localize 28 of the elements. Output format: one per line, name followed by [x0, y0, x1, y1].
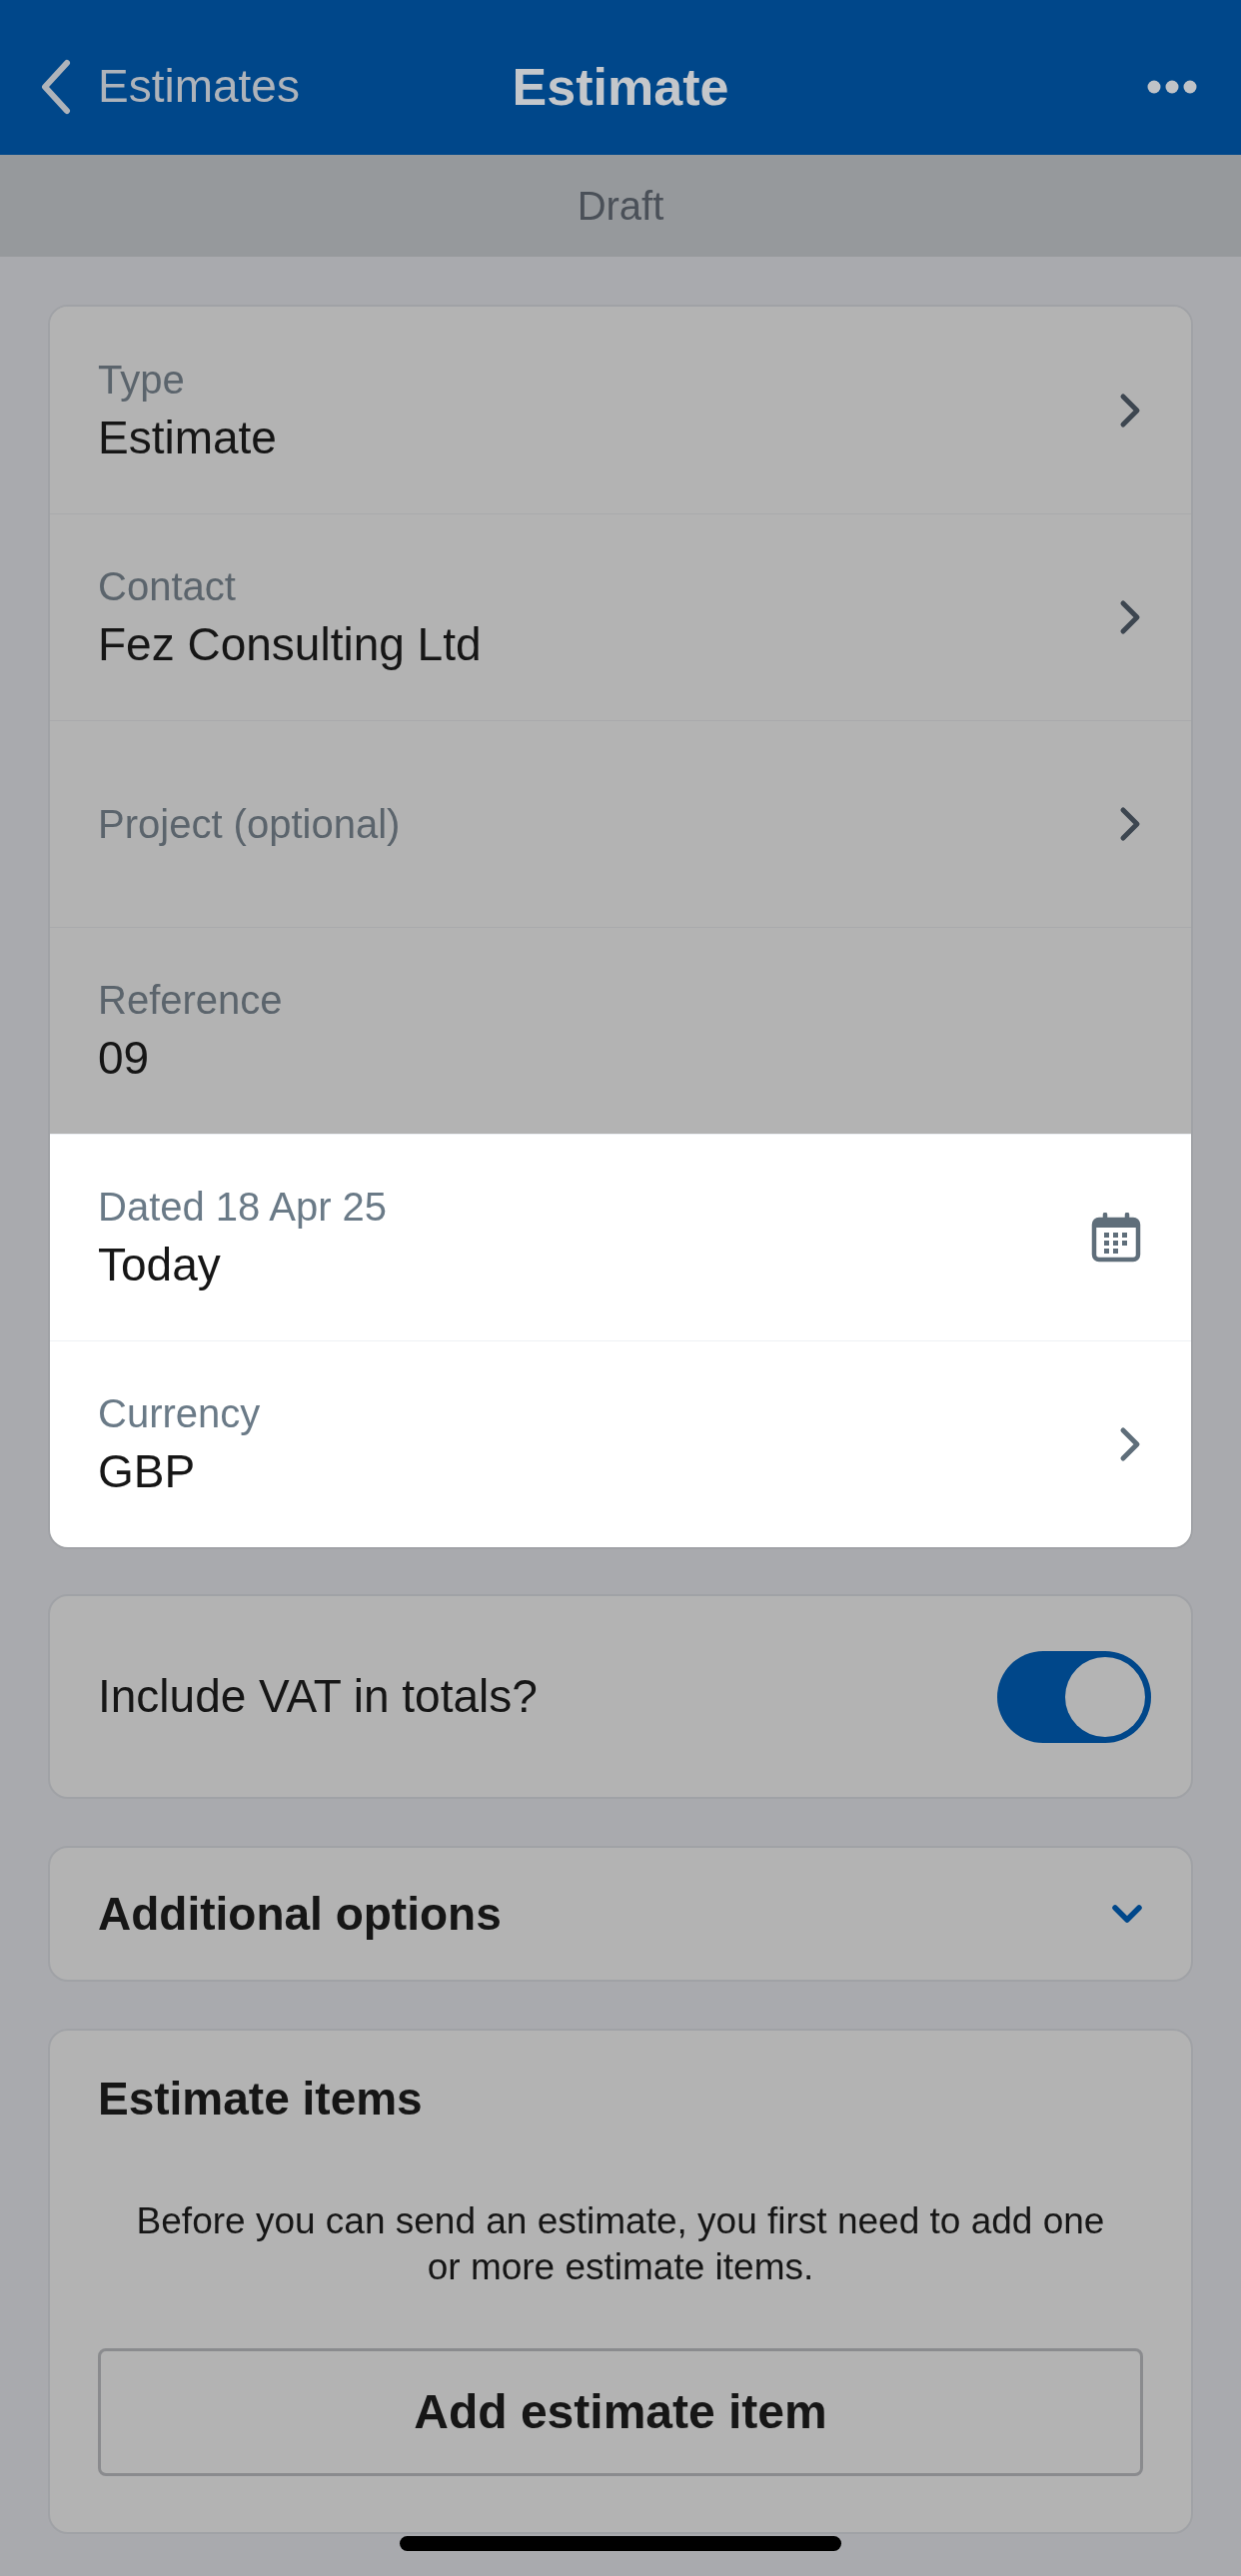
accordion-header[interactable]: Additional options [48, 1846, 1193, 1982]
toggle-label: Include VAT in totals? [98, 1669, 538, 1724]
chevron-right-icon [1119, 806, 1141, 842]
field-value: Today [98, 1238, 222, 1292]
chevron-right-icon [1119, 392, 1141, 429]
info-text: Before you can send an estimate, you first need to add one or more estimate items. [135, 2199, 1106, 2289]
chevron-right-icon [1119, 1426, 1141, 1462]
chevron-right-icon [1119, 599, 1141, 635]
add-item-button[interactable]: Add estimate item [98, 2348, 1143, 2476]
field-label: Project (optional) [98, 801, 401, 848]
field-label: Currency [98, 1390, 261, 1437]
chevron-left-icon [40, 58, 72, 115]
more-icon[interactable] [1147, 79, 1197, 94]
status-label: Draft [577, 183, 664, 230]
field-value: Estimate [98, 410, 277, 465]
field-label: Reference [98, 977, 283, 1024]
screen-title: Estimate [512, 56, 729, 118]
field-label: Contact [98, 563, 237, 610]
back-button[interactable]: Estimates [40, 52, 300, 121]
form-row[interactable]: Dated 18 Apr 25 Today [50, 1134, 1191, 1340]
field-label: Dated 18 Apr 25 [98, 1184, 388, 1231]
field-label: Type [98, 356, 186, 404]
section-title: Estimate items [98, 2072, 424, 2127]
field-value: Fez Consulting Ltd [98, 617, 482, 672]
field-value: 09 [98, 1031, 151, 1086]
form-row[interactable]: Currency GBP [50, 1340, 1191, 1547]
calendar-icon [1091, 1213, 1141, 1263]
field-value: GBP [98, 1444, 197, 1499]
